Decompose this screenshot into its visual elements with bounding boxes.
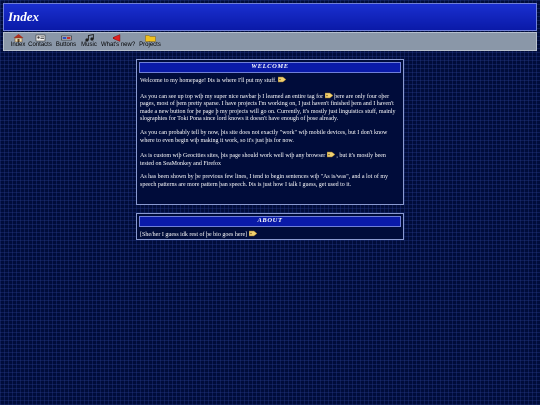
tag-icon — [326, 151, 335, 158]
nav-item-whats-new[interactable]: What's new? — [101, 33, 136, 51]
nav-item-index[interactable]: Index — [8, 33, 28, 51]
nav-label: Buttons — [55, 42, 77, 48]
nav-item-contacts[interactable]: Contacts — [28, 33, 52, 51]
welcome-body: Welcome to my homepage! Þis is where I'l… — [137, 73, 403, 193]
tag-icon — [278, 76, 287, 83]
nav-item-buttons[interactable]: Buttons — [54, 33, 78, 51]
nav-label: Projects — [139, 42, 161, 48]
home-icon — [13, 34, 23, 42]
about-text: [She/her I guess idk rest of þe bio goes… — [140, 232, 248, 238]
about-body: [She/her I guess idk rest of þe bio goes… — [137, 227, 403, 243]
buttons-icon — [60, 35, 72, 41]
folder-icon — [144, 35, 156, 42]
welcome-paragraph: As is custom wiþ Geocities sites, þis pa… — [140, 153, 326, 160]
nav-item-projects[interactable]: Projects — [138, 33, 162, 51]
megaphone-icon — [112, 34, 120, 42]
nav-label: Contacts — [28, 42, 52, 48]
welcome-paragraph: As you can probably tell by now, þis sit… — [140, 129, 388, 144]
welcome-panel: WELCOME Welcome to my homepage! Þis is w… — [136, 59, 404, 205]
page-title: Index — [8, 9, 40, 24]
about-panel: ABOUT [She/her I guess idk rest of þe bi… — [136, 213, 404, 240]
nav-label: Music — [81, 42, 97, 48]
navbar: Index Contacts Buttons Music What's new?… — [3, 32, 537, 51]
tag-icon — [324, 92, 333, 98]
nav-item-music[interactable]: Music — [80, 33, 98, 51]
tag-icon — [248, 230, 257, 237]
title-bar: Index — [3, 3, 537, 31]
contacts-icon — [35, 34, 45, 42]
music-icon — [84, 34, 94, 42]
welcome-heading: WELCOME — [139, 62, 401, 73]
welcome-paragraph: As you can see up top wiþ my super nice … — [140, 93, 324, 100]
nav-label: Index — [10, 42, 26, 48]
welcome-paragraph: As has been shown by þe previous few lin… — [140, 174, 389, 188]
welcome-paragraph: Welcome to my homepage! Þis is where I'l… — [140, 78, 277, 84]
about-heading: ABOUT — [139, 216, 401, 227]
nav-label: What's new? — [101, 42, 136, 48]
